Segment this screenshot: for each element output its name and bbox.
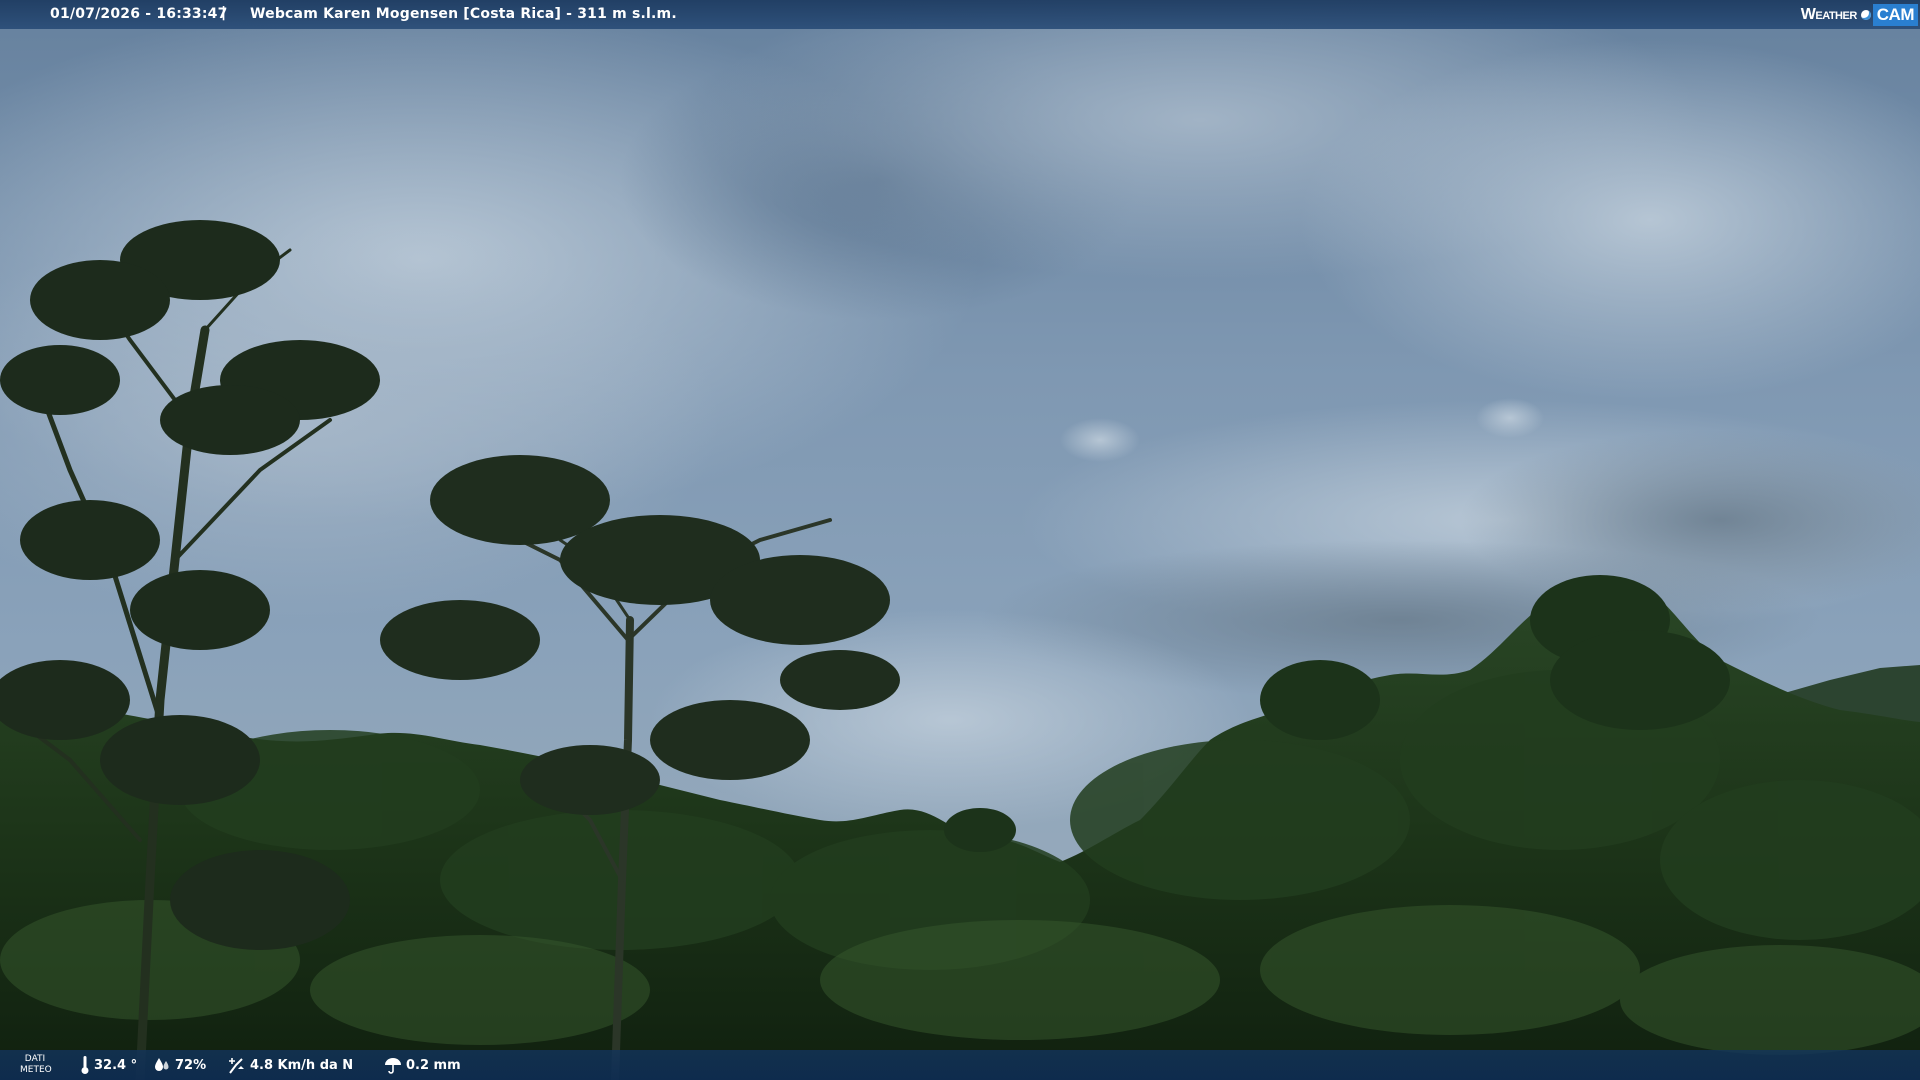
droplets-icon [155, 1058, 169, 1071]
wind-reading: 4.8 Km/h da N [226, 1050, 353, 1080]
temperature-reading: 32.4 ° [80, 1050, 137, 1080]
timestamp: 01/07/2026 - 16:33:47 [50, 6, 228, 22]
top-overlay-bar: 01/07/2026 - 16:33:47 | Webcam Karen Mog… [0, 0, 1920, 29]
weather-bar-label-line1: DATI [24, 1054, 46, 1064]
camera-title: Webcam Karen Mogensen [Costa Rica] - 311… [250, 6, 677, 22]
weather-bar-label: DATI METEO [20, 1054, 52, 1076]
wind-value: 4.8 Km/h da N [250, 1057, 354, 1073]
temperature-value: 32.4 ° [94, 1057, 138, 1073]
humidity-value: 72% [175, 1057, 207, 1073]
logo-text-cam: CAM [1872, 3, 1918, 26]
webcam-scene [0, 0, 1920, 1080]
weather-bar-label-line2: METEO [20, 1065, 52, 1075]
umbrella-icon [385, 1058, 401, 1074]
logo-text-weather: Weather [1800, 5, 1858, 23]
webcam-frame: 01/07/2026 - 16:33:47 | Webcam Karen Mog… [0, 0, 1920, 1080]
rain-value: 0.2 mm [406, 1057, 461, 1073]
weather-data-bar: DATI METEO 32.4 ° 72% 4.8 Km/h da N 0.2 … [0, 1050, 1920, 1080]
humidity-reading: 72% [153, 1050, 206, 1080]
globe-icon [1860, 9, 1871, 20]
rain-reading: 0.2 mm [384, 1050, 461, 1080]
title-separator: | [221, 5, 227, 21]
thermometer-icon [81, 1056, 89, 1074]
weathercam-logo: Weather CAM [1801, 0, 1918, 29]
wind-vane-icon [229, 1058, 244, 1074]
